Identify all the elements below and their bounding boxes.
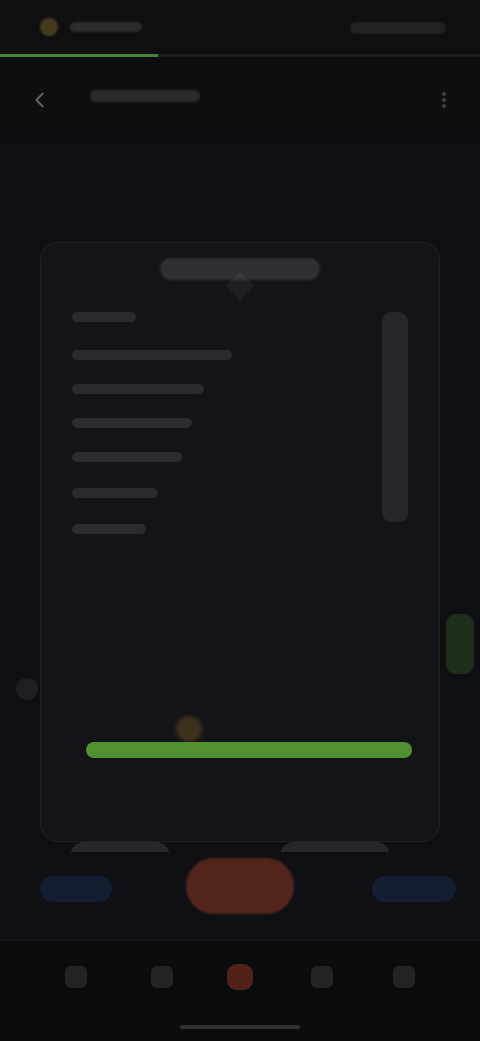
panel-side-column xyxy=(382,312,408,522)
nav-item[interactable] xyxy=(304,959,340,995)
fire-icon xyxy=(227,964,253,990)
toolbar-chip-left[interactable] xyxy=(40,876,112,902)
list-icon xyxy=(151,966,173,988)
home-indicator xyxy=(180,1025,300,1029)
status-text-right xyxy=(350,22,446,34)
nav-item[interactable] xyxy=(222,959,258,995)
toolbar-chip-right[interactable] xyxy=(372,876,456,902)
home-icon xyxy=(65,966,87,988)
app-header xyxy=(0,58,480,142)
panel-line xyxy=(72,312,136,322)
top-progress-track xyxy=(0,54,480,57)
page-title xyxy=(90,90,200,102)
panel-line xyxy=(72,488,158,498)
status-bar xyxy=(0,0,480,57)
panel-line xyxy=(72,452,182,462)
status-app-icon xyxy=(40,18,58,36)
back-button[interactable] xyxy=(24,84,56,116)
spark-icon xyxy=(176,716,202,742)
nav-item[interactable] xyxy=(144,959,180,995)
arrow-left-icon xyxy=(35,92,44,108)
panel-line xyxy=(72,524,146,534)
bottom-navigation xyxy=(0,940,480,1041)
side-green-chip xyxy=(446,614,474,674)
energy-track xyxy=(86,716,412,758)
chart-icon xyxy=(311,966,333,988)
panel-line xyxy=(72,384,204,394)
panel-line xyxy=(72,350,232,360)
panel-line xyxy=(72,418,192,428)
more-vertical-icon[interactable] xyxy=(432,88,456,112)
status-text-left xyxy=(70,22,142,32)
overlay-panel xyxy=(40,242,440,870)
nav-item[interactable] xyxy=(58,959,94,995)
primary-action-button[interactable] xyxy=(186,858,294,914)
side-dot xyxy=(16,678,38,700)
energy-fill xyxy=(86,742,412,758)
nav-item[interactable] xyxy=(386,959,422,995)
top-progress-fill xyxy=(0,54,159,57)
user-icon xyxy=(393,966,415,988)
lower-toolbar xyxy=(0,852,480,930)
